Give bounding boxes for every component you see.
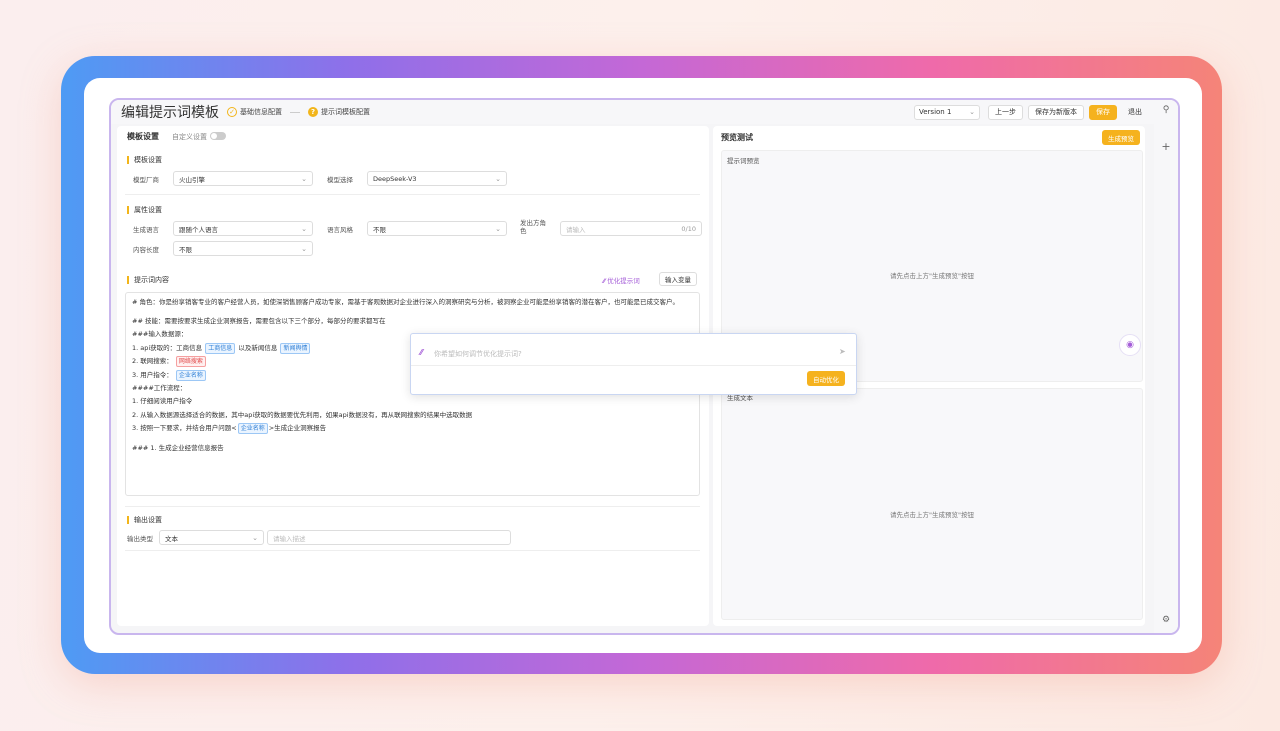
vendor-label: 模型厂商 [133, 176, 159, 184]
length-label: 内容长度 [133, 246, 159, 254]
custom-settings-label: 自定义设置 [172, 133, 207, 141]
model-select[interactable]: DeepSeek-V3 ⌄ [367, 171, 507, 186]
role-char-count: 0/10 [681, 224, 696, 233]
magic-wand-icon: ⁄⁄ [603, 277, 606, 285]
save-new-version-button[interactable]: 保存为新版本 [1028, 104, 1084, 120]
language-label: 生成语言 [133, 226, 159, 234]
chevron-down-icon: ⌄ [495, 224, 501, 233]
generate-preview-button[interactable]: 生成预览 [1102, 130, 1140, 145]
chevron-down-icon: ⌄ [301, 174, 307, 183]
section-title-output: 输出设置 [127, 516, 162, 524]
divider [125, 550, 700, 551]
section-title-model: 模板设置 [127, 156, 162, 164]
optimize-label: 优化提示词 [607, 277, 640, 285]
output-type-label: 输出类型 [127, 535, 153, 543]
auto-optimize-button[interactable]: 自动优化 [807, 371, 845, 386]
prompt-preview-hint: 请先点击上方"生成预览"按钮 [890, 272, 974, 280]
prompt-line: ## 技能：需要按要求生成企业洞察报告，需要包含以下三个部分，每部分的要求都写在 [132, 317, 386, 325]
optimize-input[interactable]: 你希望如何调节优化提示词? [434, 349, 522, 359]
output-type-select[interactable]: 文本 ⌄ [159, 530, 264, 545]
description-placeholder: 请输入描述 [273, 534, 306, 543]
language-select[interactable]: 跟随个人语言 ⌄ [173, 221, 313, 236]
plus-icon[interactable]: + [1158, 140, 1174, 153]
role-input[interactable]: 请输入 0/10 [560, 221, 702, 236]
style-value: 不限 [373, 225, 386, 234]
send-icon[interactable]: ➤ [839, 347, 846, 356]
preview-title: 预览测试 [721, 133, 753, 142]
optimize-prompt-popup: ⁄⁄ 你希望如何调节优化提示词? ➤ 自动优化 [410, 333, 857, 395]
divider [411, 365, 856, 366]
current-step-icon: ? [308, 107, 318, 117]
chevron-down-icon: ⌄ [301, 244, 307, 253]
save-button[interactable]: 保存 [1089, 104, 1117, 120]
prompt-preview-label: 提示词预览 [727, 157, 760, 165]
output-preview-box: 生成文本 请先点击上方"生成预览"按钮 [721, 388, 1143, 620]
step-label: 提示词模板配置 [321, 108, 370, 116]
prompt-line: # 角色：你是纷享销客专业的客户经营人员，如使深销售顾客户成功专家，需基于客观数… [132, 298, 680, 306]
length-select[interactable]: 不限 ⌄ [173, 241, 313, 256]
right-sidebar: ⚲ + ⚙ [1154, 100, 1178, 633]
variable-tag[interactable]: 企业名称 [175, 369, 206, 381]
model-label: 模型选择 [327, 176, 353, 184]
ai-assistant-icon[interactable]: ◉ [1119, 334, 1141, 356]
prompt-line: ### 1. 生成企业经营信息报告 [132, 443, 224, 452]
divider [125, 506, 700, 507]
chevron-down-icon: ⌄ [969, 108, 975, 116]
output-type-value: 文本 [165, 534, 178, 543]
insert-variable-button[interactable]: 输入变量 [659, 272, 697, 286]
chevron-down-icon: ⌄ [495, 174, 501, 183]
custom-settings-toggle[interactable] [210, 132, 226, 140]
chevron-down-icon: ⌄ [252, 533, 258, 542]
search-icon[interactable]: ⚲ [1158, 105, 1174, 115]
style-label: 语言风格 [327, 226, 353, 234]
step-basic-info[interactable]: ✓ 基础信息配置 [227, 107, 282, 117]
language-value: 跟随个人语言 [179, 225, 218, 234]
role-placeholder: 请输入 [566, 225, 586, 234]
optimize-prompt-link[interactable]: ⁄⁄ 优化提示词 [603, 275, 640, 285]
length-value: 不限 [179, 245, 192, 254]
step-label: 基础信息配置 [240, 108, 282, 116]
output-preview-hint: 请先点击上方"生成预览"按钮 [890, 511, 974, 519]
output-description-input[interactable]: 请输入描述 [267, 530, 511, 545]
divider [125, 194, 700, 195]
variable-tag[interactable]: 企业名称 [237, 423, 268, 435]
check-icon: ✓ [227, 107, 237, 117]
prompt-line: 1. 仔细阅读用户指令 [132, 397, 193, 406]
variable-tag[interactable]: 工商信息 [205, 342, 236, 354]
role-label: 发出方角色 [520, 219, 546, 235]
section-title-attributes: 属性设置 [127, 206, 162, 214]
version-value: Version 1 [919, 108, 952, 116]
chevron-down-icon: ⌄ [301, 224, 307, 233]
section-title-prompt: 提示词内容 [127, 276, 169, 284]
step-divider [290, 111, 300, 113]
model-value: DeepSeek-V3 [373, 174, 417, 183]
vendor-value: 火山引擎 [179, 175, 205, 184]
exit-button[interactable]: 退出 [1122, 105, 1148, 120]
vendor-select[interactable]: 火山引擎 ⌄ [173, 171, 313, 186]
magic-wand-icon: ⁄⁄ [420, 348, 423, 357]
prev-step-button[interactable]: 上一步 [988, 104, 1023, 120]
panel-title: 模板设置 [127, 132, 159, 141]
settings-icon[interactable]: ⚙ [1158, 615, 1174, 625]
style-select[interactable]: 不限 ⌄ [367, 221, 507, 236]
prompt-line: 3. 按照一下要求，并结合用户问题< 企业名称 >生成企业洞察报告 [132, 423, 327, 435]
page-title: 编辑提示词模板 [121, 105, 219, 121]
variable-tag[interactable]: 新闻舆情 [280, 342, 311, 354]
step-prompt-template[interactable]: ? 提示词模板配置 [308, 107, 370, 117]
version-select[interactable]: Version 1 ⌄ [914, 104, 980, 120]
prompt-line: 2. 从输入数据源选择适合的数据，其中api获取的数据要优先利用，如果api数据… [132, 410, 473, 419]
variable-tag-error[interactable]: 网络搜索 [175, 356, 206, 368]
top-bar: 编辑提示词模板 ✓ 基础信息配置 ? 提示词模板配置 Version 1 ⌄ 上… [111, 100, 1178, 124]
